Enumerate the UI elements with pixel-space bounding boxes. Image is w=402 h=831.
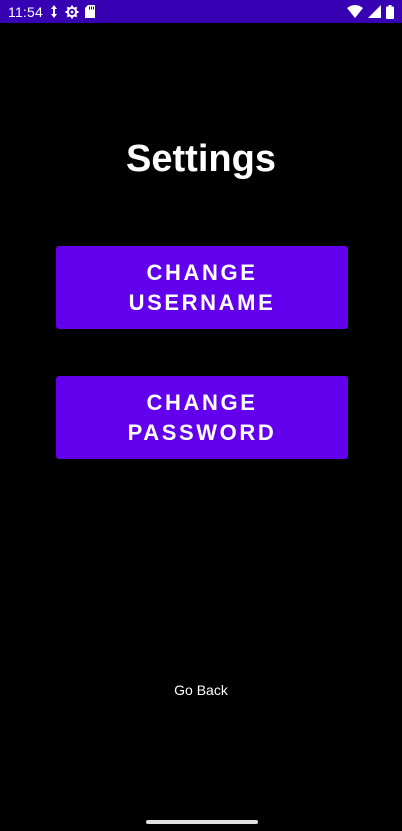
status-bar: 11:54 bbox=[0, 0, 402, 23]
page-title: Settings bbox=[126, 138, 276, 180]
sd-card-icon bbox=[85, 5, 95, 18]
status-time: 11:54 bbox=[8, 3, 43, 20]
status-right-group bbox=[347, 4, 394, 19]
settings-gear-icon bbox=[65, 5, 79, 19]
data-saver-icon bbox=[49, 5, 59, 18]
go-back-link[interactable]: Go Back bbox=[0, 682, 402, 698]
battery-icon bbox=[386, 4, 394, 19]
gesture-navigation-bar[interactable] bbox=[146, 820, 258, 824]
change-username-button[interactable]: CHANGE USERNAME bbox=[56, 246, 348, 329]
signal-icon bbox=[368, 5, 381, 18]
change-password-button[interactable]: CHANGE PASSWORD bbox=[56, 376, 348, 459]
status-left-group: 11:54 bbox=[8, 4, 95, 20]
wifi-icon bbox=[347, 5, 363, 18]
